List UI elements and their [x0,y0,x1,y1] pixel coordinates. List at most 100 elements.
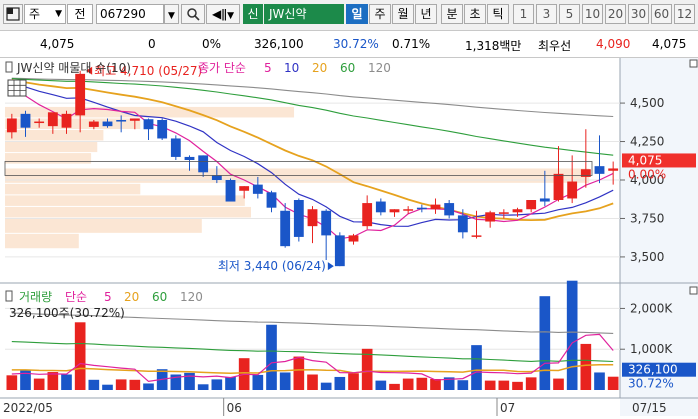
candle-body[interactable] [280,210,291,247]
candle-body[interactable] [225,180,236,202]
sound-button[interactable]: ◀ǁ▼ [206,4,240,24]
volume-bar[interactable] [143,383,154,390]
interval-tab-5[interactable]: 30 [628,4,649,24]
market-select[interactable]: 주 ▼ [24,4,66,24]
candle-body[interactable] [485,212,496,222]
period-tab-1[interactable]: 주 [369,4,391,24]
volume-pane-maximize-icon[interactable] [689,286,698,295]
volume-bar[interactable] [279,372,291,390]
volume-bar[interactable] [129,379,141,390]
pane-maximize-icon[interactable] [689,59,698,68]
candle-body[interactable] [116,120,127,122]
candle-body[interactable] [6,118,17,133]
candle-body[interactable] [252,184,263,194]
candle-body[interactable] [348,235,359,242]
candle-body[interactable] [34,121,45,124]
candle-body[interactable] [471,235,482,237]
volume-bar[interactable] [6,375,18,390]
candle-body[interactable] [239,186,250,191]
volume-bar[interactable] [498,380,510,390]
volume-bar[interactable] [266,324,277,390]
code-dropdown-button[interactable]: ▼ [164,4,179,24]
candle-body[interactable] [444,203,455,216]
volume-bar[interactable] [402,378,414,390]
period-tab-0[interactable]: 일 [346,4,368,24]
volume-bar[interactable] [607,376,619,390]
interval-tab-3[interactable]: 10 [582,4,603,24]
volume-bar[interactable] [525,377,537,390]
candle-body[interactable] [157,120,168,139]
candle-body[interactable] [430,204,441,210]
candle-body[interactable] [307,209,318,227]
candle-body[interactable] [321,210,332,236]
candle-body[interactable] [184,156,195,160]
candle-body[interactable] [567,181,578,199]
volume-bar[interactable] [457,380,469,390]
volume-bar[interactable] [594,372,605,390]
interval-tab-7[interactable]: 12 [674,4,695,24]
candle-body[interactable] [594,166,605,174]
period-tab-5[interactable]: 초 [464,4,486,24]
candle-body[interactable] [143,119,154,130]
interval-tab-1[interactable]: 3 [536,4,557,24]
candle-body[interactable] [75,73,86,116]
volume-bar[interactable] [307,374,318,390]
volume-bar[interactable] [416,377,428,390]
volume-bar[interactable] [580,343,592,390]
grid-toggle-icon[interactable] [7,79,27,97]
volume-bar[interactable] [512,381,523,390]
volume-bar[interactable] [539,296,551,390]
chart-area[interactable]: 최고 4,710 (05/27) 최저 3,440 (06/24) JW신약 매물대… [0,58,698,416]
period-type-button[interactable]: 전 [67,4,93,24]
period-tab-6[interactable]: 틱 [487,4,509,24]
volume-bar[interactable] [33,378,45,390]
candle-body[interactable] [375,201,386,213]
candle-body[interactable] [362,203,373,227]
volume-bar[interactable] [375,380,387,390]
period-tab-4[interactable]: 분 [441,4,463,24]
candle-body[interactable] [526,200,537,210]
volume-bar[interactable] [197,384,209,390]
candle-body[interactable] [403,209,414,211]
candle-body[interactable] [129,118,140,121]
candle-body[interactable] [512,209,523,213]
volume-bar[interactable] [47,372,59,390]
candle-body[interactable] [266,192,277,208]
volume-bar[interactable] [484,380,496,390]
volume-bar[interactable] [293,356,305,390]
interval-tab-4[interactable]: 20 [605,4,626,24]
candle-body[interactable] [20,113,31,128]
candle-body[interactable] [334,235,345,267]
candle-body[interactable] [293,200,304,237]
candle-body[interactable] [416,207,427,210]
volume-bar[interactable] [211,379,223,390]
volume-bar[interactable] [334,376,346,390]
search-button[interactable] [181,4,205,24]
candle-body[interactable] [498,212,509,214]
volume-bar[interactable] [88,379,100,390]
volume-bar[interactable] [102,384,113,390]
volume-bar[interactable] [389,383,400,390]
candle-body[interactable] [539,198,550,202]
candle-body[interactable] [553,173,564,200]
candle-body[interactable] [61,113,72,128]
interval-tab-6[interactable]: 60 [651,4,672,24]
candle-body[interactable] [608,168,619,171]
candle-body[interactable] [102,121,113,127]
window-menu-icon[interactable] [3,4,23,24]
candle-body[interactable] [211,175,222,180]
candle-body[interactable] [457,215,468,233]
period-tab-3[interactable]: 년 [415,4,437,24]
stock-code-input[interactable]: 067290 [96,4,164,24]
candle-body[interactable] [47,112,58,127]
candle-body[interactable] [170,138,181,157]
volume-bar[interactable] [225,376,236,390]
volume-bar[interactable] [348,373,359,390]
volume-bar[interactable] [74,322,86,390]
period-tab-2[interactable]: 월 [392,4,414,24]
volume-bar[interactable] [471,345,482,390]
volume-bar[interactable] [252,374,264,390]
interval-tab-0[interactable]: 1 [513,4,534,24]
volume-bar[interactable] [61,374,72,390]
volume-bar[interactable] [320,382,332,390]
